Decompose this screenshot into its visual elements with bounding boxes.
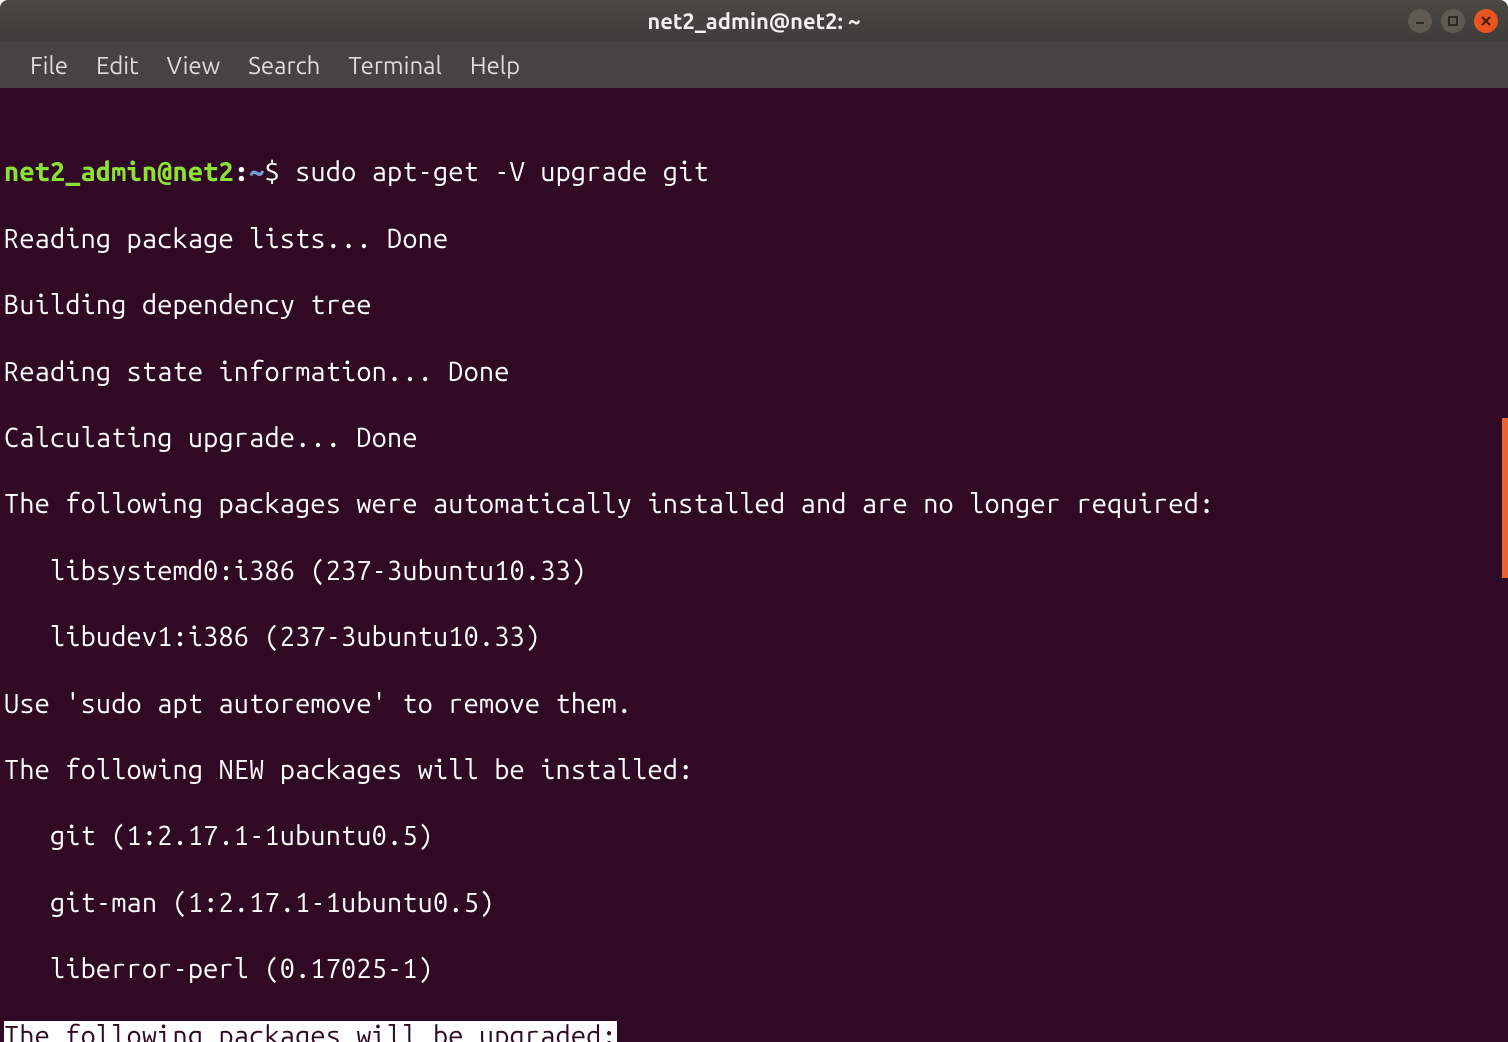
window-controls	[1408, 0, 1498, 42]
prompt-line: net2_admin@net2:~$ sudo apt-get -V upgra…	[4, 156, 1508, 189]
command-text: sudo apt-get -V upgrade git	[295, 157, 709, 187]
window-title: net2_admin@net2: ~	[647, 9, 860, 34]
maximize-button[interactable]	[1441, 9, 1465, 33]
menu-help[interactable]: Help	[456, 46, 534, 85]
menu-file[interactable]: File	[16, 46, 82, 85]
menu-bar: File Edit View Search Terminal Help	[0, 42, 1508, 88]
title-bar[interactable]: net2_admin@net2: ~	[0, 0, 1508, 42]
menu-terminal[interactable]: Terminal	[334, 46, 455, 85]
output-line: Calculating upgrade... Done	[4, 422, 1508, 455]
output-line: git (1:2.17.1-1ubuntu0.5)	[4, 820, 1508, 853]
output-line: The following NEW packages will be insta…	[4, 754, 1508, 787]
output-line: The following packages were automaticall…	[4, 488, 1508, 521]
scrollbar-thumb[interactable]	[1502, 418, 1508, 578]
prompt-colon: :	[234, 157, 249, 187]
output-highlighted-line: The following packages will be upgraded:	[4, 1020, 1508, 1042]
output-line: Use 'sudo apt autoremove' to remove them…	[4, 688, 1508, 721]
minimize-button[interactable]	[1408, 9, 1432, 33]
selected-text: The following packages will be upgraded:	[4, 1021, 617, 1042]
prompt-symbol: $	[264, 157, 279, 187]
output-line: libsystemd0:i386 (237-3ubuntu10.33)	[4, 555, 1508, 588]
close-button[interactable]	[1474, 9, 1498, 33]
terminal-window: net2_admin@net2: ~ File Edit View Search…	[0, 0, 1508, 1042]
menu-search[interactable]: Search	[234, 46, 334, 85]
prompt-path: ~	[249, 157, 264, 187]
output-line: Reading state information... Done	[4, 356, 1508, 389]
output-line: libudev1:i386 (237-3ubuntu10.33)	[4, 621, 1508, 654]
prompt-user-host: net2_admin@net2	[4, 157, 234, 187]
output-line: Building dependency tree	[4, 289, 1508, 322]
output-line: Reading package lists... Done	[4, 223, 1508, 256]
output-line: git-man (1:2.17.1-1ubuntu0.5)	[4, 887, 1508, 920]
terminal-body[interactable]: net2_admin@net2:~$ sudo apt-get -V upgra…	[0, 88, 1508, 1042]
menu-view[interactable]: View	[153, 46, 235, 85]
output-line: liberror-perl (0.17025-1)	[4, 953, 1508, 986]
menu-edit[interactable]: Edit	[82, 46, 153, 85]
